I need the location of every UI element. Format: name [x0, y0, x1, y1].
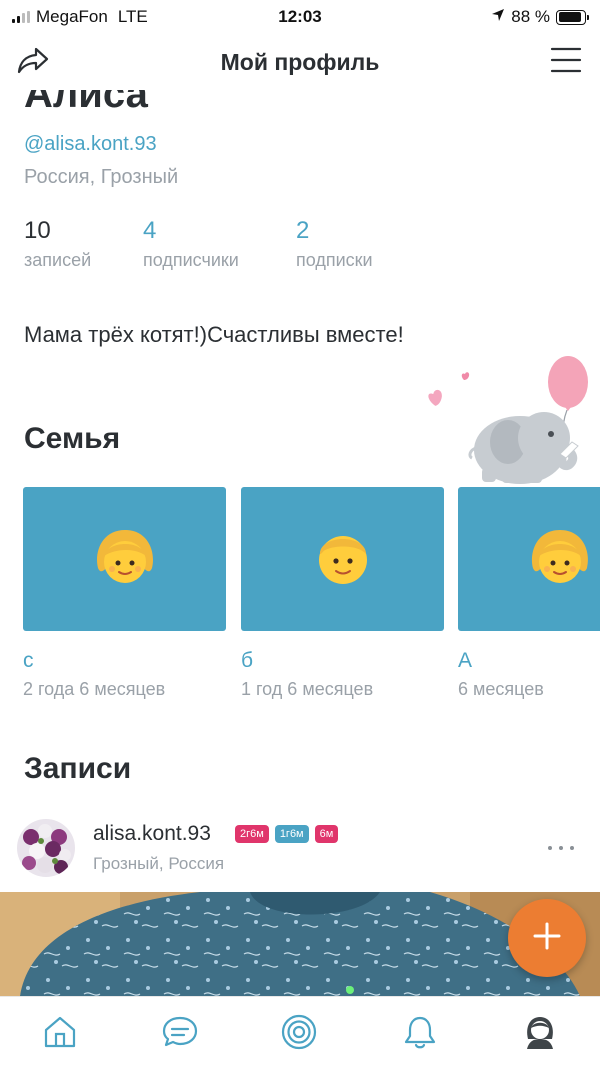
profile-bio: Мама трёх котят!)Счастливы вместе!	[24, 322, 404, 347]
stat-posts-label: записей	[24, 250, 92, 270]
top-bar: Мой профиль	[0, 34, 600, 90]
plus-icon	[532, 921, 562, 956]
battery-percent: 88 %	[511, 7, 550, 26]
status-bar-left: MegaFon LTE	[12, 7, 148, 27]
nav-home[interactable]	[40, 1014, 80, 1054]
child-name: б	[241, 649, 254, 672]
hamburger-menu-icon	[550, 46, 582, 79]
home-icon	[42, 1014, 78, 1055]
child-age: 2 года 6 месяцев	[23, 679, 166, 699]
child-card[interactable]: б 1 год 6 месяцев	[241, 487, 444, 700]
profile-location: Россия, Грозный	[24, 166, 179, 188]
avatar[interactable]	[17, 819, 75, 877]
page-title: Мой профиль	[220, 48, 380, 75]
share-arrow-icon	[16, 45, 50, 80]
menu-button[interactable]	[548, 44, 584, 80]
chat-bubble-icon	[161, 1014, 199, 1055]
nav-feed[interactable]	[279, 1014, 319, 1054]
nav-notifications[interactable]	[400, 1014, 440, 1054]
child-tile	[23, 487, 226, 631]
boy-face-icon	[308, 522, 378, 597]
battery-icon	[556, 9, 589, 25]
girl-face-icon	[90, 522, 160, 597]
stat-followers[interactable]: 4 подписчики	[143, 216, 239, 271]
child-name: с	[23, 649, 34, 672]
stat-following-label: подписки	[296, 250, 373, 270]
bell-icon	[403, 1014, 437, 1055]
status-bar: MegaFon LTE 12:03 88 %	[0, 0, 600, 34]
post-header: alisa.kont.93 2г6м 1г6м 6м Грозный, Росс…	[17, 818, 600, 880]
bottom-nav	[0, 996, 600, 1066]
age-tag: 6м	[314, 825, 339, 843]
child-tile	[458, 487, 600, 631]
share-button[interactable]	[14, 44, 52, 80]
stat-followers-count: 4	[143, 217, 157, 244]
profile-handle[interactable]: @alisa.kont.93	[24, 133, 157, 156]
posts-section-title: Записи	[24, 752, 132, 785]
child-card[interactable]: А 6 месяцев	[458, 487, 600, 700]
age-tag: 1г6м	[274, 825, 309, 843]
target-circles-icon	[280, 1013, 318, 1056]
stat-following-count: 2	[296, 217, 310, 244]
child-name: А	[458, 649, 473, 672]
family-carousel[interactable]: с 2 года 6 месяцев б 1 год 6 месяцев А 6…	[23, 487, 600, 702]
girl-face-icon	[525, 522, 595, 597]
stat-posts[interactable]: 10 записей	[24, 216, 91, 271]
network-type: LTE	[117, 7, 148, 26]
child-age: 6 месяцев	[458, 679, 544, 699]
avatar-woman-icon	[521, 1013, 559, 1056]
stat-followers-label: подписчики	[143, 250, 239, 270]
age-tag: 2г6м	[235, 825, 269, 843]
carrier-name: MegaFon	[36, 7, 108, 26]
profile-stats: 10 записей 4 подписчики 2 подписки	[24, 216, 584, 276]
more-options-button[interactable]	[548, 842, 574, 854]
more-dots-icon	[548, 846, 552, 850]
stat-following[interactable]: 2 подписки	[296, 216, 373, 271]
nav-profile[interactable]	[520, 1014, 560, 1054]
family-section-title: Семья	[24, 422, 121, 455]
child-tile	[241, 487, 444, 631]
post-author[interactable]: alisa.kont.93	[93, 822, 211, 846]
child-age: 1 год 6 месяцев	[241, 679, 374, 699]
status-bar-right: 88 %	[491, 7, 589, 27]
elephant-balloon-illustration	[428, 356, 588, 484]
child-card[interactable]: с 2 года 6 месяцев	[23, 487, 226, 700]
age-tags: 2г6м 1г6м 6м	[235, 825, 339, 843]
post-location: Грозный, Россия	[93, 854, 225, 873]
location-arrow-icon	[491, 7, 505, 27]
add-post-button[interactable]	[508, 899, 586, 977]
stat-posts-count: 10	[24, 217, 51, 244]
signal-strength-icon	[12, 11, 30, 23]
nav-messages[interactable]	[160, 1014, 200, 1054]
